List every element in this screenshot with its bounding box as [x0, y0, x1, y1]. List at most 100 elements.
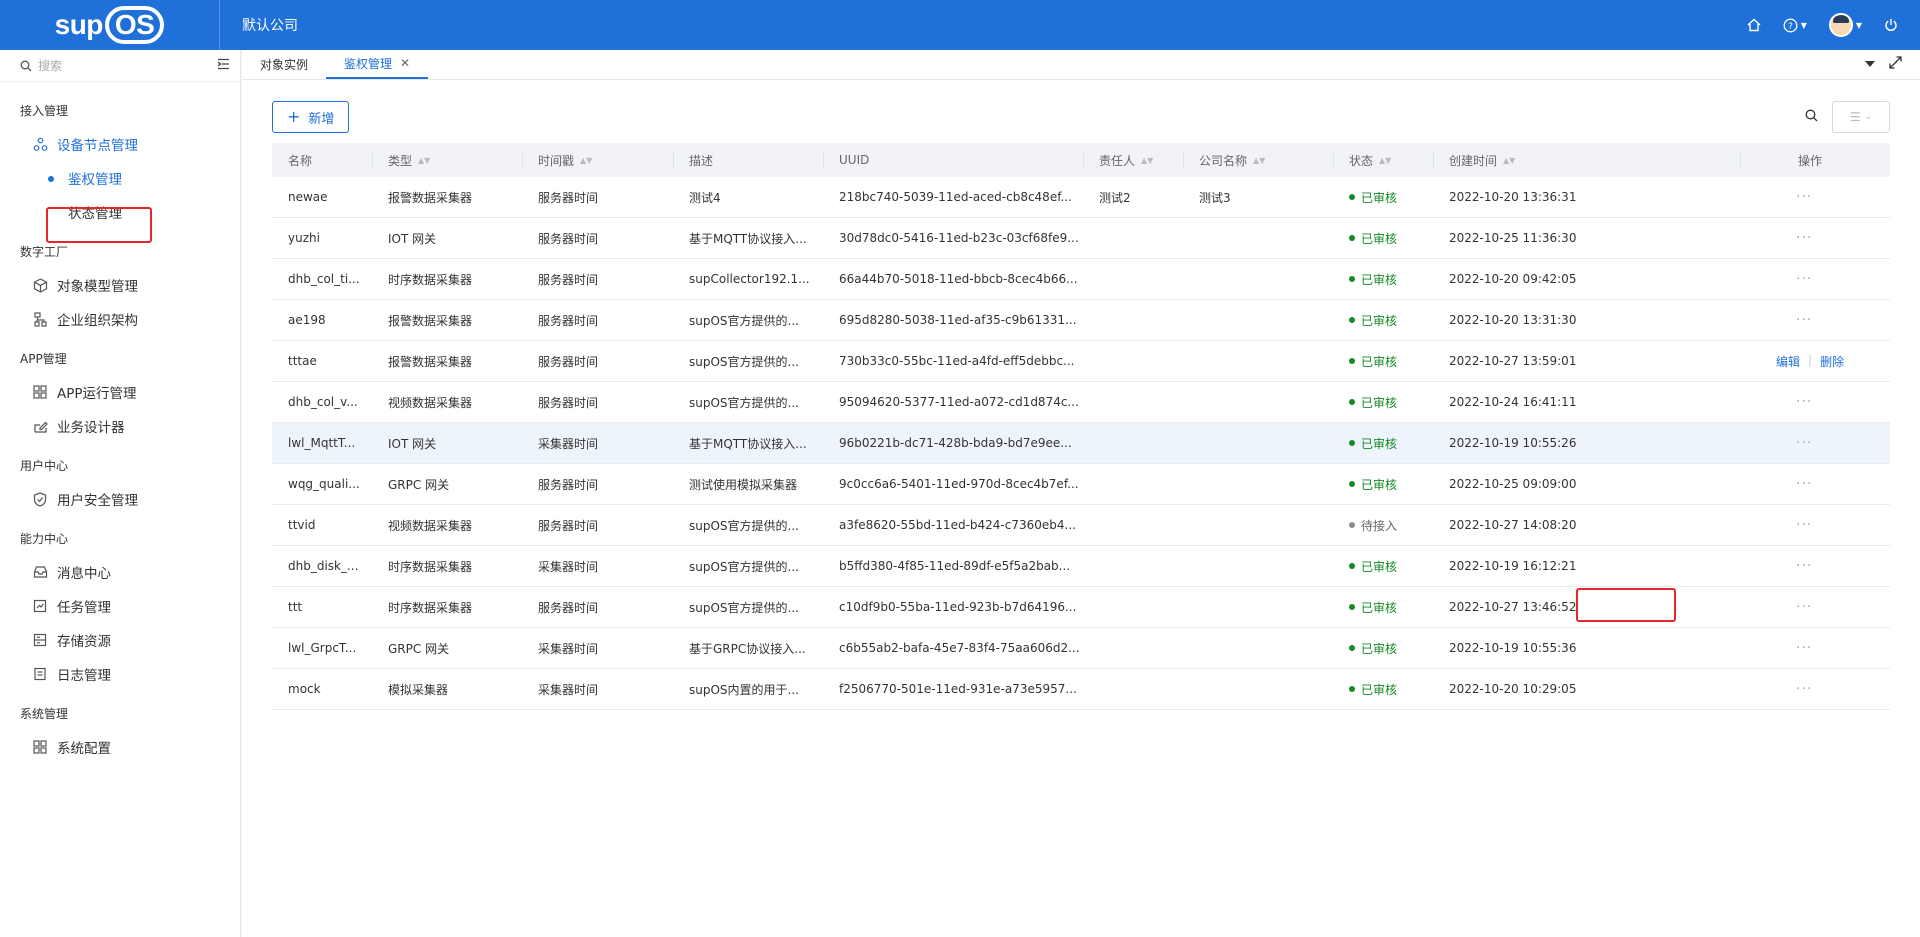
tab-object-instance[interactable]: 对象实例: [242, 49, 326, 79]
cell-created: 2022-10-27 13:59:01: [1449, 354, 1577, 368]
cell-description: 基于MQTT协议接入...: [689, 231, 807, 246]
sort-icon[interactable]: ▲▼: [580, 156, 592, 165]
column-header-timestamp[interactable]: 时间戳 ▲▼: [522, 143, 673, 177]
table-row[interactable]: lwl_MqttT... IOT 网关 采集器时间 基于MQTT协议接入... 96b0…: [272, 423, 1890, 464]
column-header-status[interactable]: 状态 ▲▼: [1333, 143, 1433, 177]
cell-created: 2022-10-20 13:36:31: [1449, 190, 1577, 204]
close-icon[interactable]: ✕: [400, 56, 410, 70]
table-row[interactable]: newae 报警数据采集器 服务器时间 测试4 218bc740-5039-11ed-a…: [272, 177, 1890, 218]
column-header-created[interactable]: 创建时间 ▲▼: [1433, 143, 1740, 177]
sort-icon[interactable]: ▲▼: [1253, 156, 1265, 165]
cell-name: dhb_col_v...: [288, 395, 358, 409]
sort-icon[interactable]: ▲▼: [1141, 156, 1153, 165]
cell-type: GRPC 网关: [388, 477, 450, 492]
sort-icon[interactable]: ▲▼: [418, 156, 430, 165]
sidebar-item-message-center[interactable]: 消息中心: [0, 555, 240, 589]
help-icon[interactable]: ? ▼: [1783, 18, 1807, 33]
more-icon[interactable]: ···: [1740, 435, 1812, 451]
sidebar-item-business-designer[interactable]: 业务设计器: [0, 409, 240, 443]
more-icon[interactable]: ···: [1740, 599, 1812, 615]
sidebar-item-org-structure[interactable]: 企业组织架构: [0, 302, 240, 336]
cell-name: mock: [288, 682, 321, 696]
chevron-down-icon: ⌄: [1864, 112, 1873, 122]
edit-link[interactable]: 编辑: [1776, 353, 1800, 370]
table-row[interactable]: dhb_col_v... 视频数据采集器 服务器时间 supOS官方提供的... 950…: [272, 382, 1890, 423]
sidebar-item-device-nodes[interactable]: 设备节点管理: [0, 127, 240, 161]
column-header-description: 描述: [673, 143, 823, 177]
table-row[interactable]: ae198 报警数据采集器 服务器时间 supOS官方提供的... 695d8280-5…: [272, 300, 1890, 341]
sidebar-item-log-management[interactable]: 日志管理: [0, 657, 240, 691]
home-icon[interactable]: [1747, 18, 1761, 32]
cell-timestamp: 采集器时间: [538, 682, 599, 697]
table-row[interactable]: lwl_GrpcT... GRPC 网关 采集器时间 基于GRPC协议接入... c6b…: [272, 628, 1890, 669]
column-header-type[interactable]: 类型 ▲▼: [372, 143, 522, 177]
nav-group-user-center: 用户中心 用户安全管理: [0, 449, 240, 516]
more-icon[interactable]: ···: [1740, 312, 1812, 328]
table-row[interactable]: ttvid 视频数据采集器 服务器时间 supOS官方提供的... a3fe8620-5…: [272, 505, 1890, 546]
cell-status: 已审核: [1333, 435, 1433, 452]
more-icon[interactable]: ···: [1740, 189, 1812, 205]
cell-uuid: a3fe8620-55bd-11ed-b424-c7360eb4...: [839, 518, 1076, 532]
task-icon: [32, 598, 48, 614]
sidebar-item-user-security[interactable]: 用户安全管理: [0, 482, 240, 516]
status-dot-icon: [1349, 604, 1355, 610]
svg-text:?: ?: [1788, 22, 1793, 32]
table-row[interactable]: ttt 时序数据采集器 服务器时间 supOS官方提供的... c10df9b0-55b…: [272, 587, 1890, 628]
power-icon[interactable]: [1884, 18, 1898, 32]
user-menu[interactable]: ▼: [1828, 13, 1862, 37]
more-icon[interactable]: ···: [1740, 230, 1812, 246]
cell-description: supOS官方提供的...: [689, 313, 799, 328]
more-icon[interactable]: ···: [1740, 394, 1812, 410]
tab-dropdown-icon[interactable]: [1865, 57, 1875, 71]
add-button[interactable]: + 新增: [272, 101, 350, 133]
sidebar-item-auth-management[interactable]: 鉴权管理: [0, 161, 240, 195]
more-icon[interactable]: ···: [1740, 681, 1812, 697]
delete-link[interactable]: 删除: [1820, 353, 1844, 370]
column-settings-button[interactable]: ☰ ⌄: [1832, 101, 1890, 133]
sidebar-item-task-management[interactable]: 任务管理: [0, 589, 240, 623]
supos-logo[interactable]: sup OS: [0, 0, 220, 50]
cell-status: 待接入: [1333, 517, 1433, 534]
table-row[interactable]: wqg_quali... GRPC 网关 服务器时间 测试使用模拟采集器 9c0cc6a…: [272, 464, 1890, 505]
sidebar-item-object-model[interactable]: 对象模型管理: [0, 268, 240, 302]
table-row[interactable]: dhb_col_ti... 时序数据采集器 服务器时间 supCollector192…: [272, 259, 1890, 300]
logo-text-os: OS: [104, 6, 165, 44]
fullscreen-icon[interactable]: [1889, 56, 1902, 72]
sidebar-item-system-config[interactable]: 系统配置: [0, 730, 240, 764]
search-input[interactable]: 搜索: [20, 57, 217, 74]
more-icon[interactable]: ···: [1740, 558, 1812, 574]
sidebar-item-label: 业务设计器: [57, 420, 125, 436]
more-icon[interactable]: ···: [1740, 476, 1812, 492]
status-dot-icon: [1349, 276, 1355, 282]
inbox-icon: [32, 564, 48, 580]
more-icon[interactable]: ···: [1740, 517, 1812, 533]
table-row[interactable]: dhb_disk_... 时序数据采集器 采集器时间 supOS官方提供的... b5f…: [272, 546, 1890, 587]
sort-icon[interactable]: ▲▼: [1503, 156, 1515, 165]
chevron-down-icon: ▼: [1855, 20, 1862, 30]
sort-icon[interactable]: ▲▼: [1379, 156, 1391, 165]
sidebar-item-storage[interactable]: 存储资源: [0, 623, 240, 657]
table-row[interactable]: yuzhi IOT 网关 服务器时间 基于MQTT协议接入... 30d78dc0-54…: [272, 218, 1890, 259]
list-icon: ☰: [1849, 110, 1861, 124]
sidebar-item-status-management[interactable]: 状态管理: [0, 195, 240, 229]
tab-auth-management[interactable]: 鉴权管理 ✕: [326, 49, 429, 79]
sidebar-item-app-runtime[interactable]: APP运行管理: [0, 375, 240, 409]
table-row[interactable]: mock 模拟采集器 采集器时间 supOS内置的用于... f2506770-501e…: [272, 669, 1890, 710]
cell-uuid: 95094620-5377-11ed-a072-cd1d874c...: [839, 395, 1079, 409]
cell-timestamp: 服务器时间: [538, 518, 599, 533]
more-icon[interactable]: ···: [1740, 640, 1812, 656]
column-header-owner[interactable]: 责任人 ▲▼: [1083, 143, 1183, 177]
company-name[interactable]: 默认公司: [242, 15, 298, 35]
status-badge: 待接入: [1349, 517, 1433, 534]
main-content: + 新增 ☰ ⌄ 名称 类型 ▲▼ 时间戳 ▲▼ 描述 UUID 责任人 ▲▼ 公司名…: [242, 80, 1920, 937]
column-header-company[interactable]: 公司名称 ▲▼: [1183, 143, 1333, 177]
more-icon[interactable]: ···: [1740, 271, 1812, 287]
collapse-menu-icon[interactable]: [217, 58, 230, 74]
shield-icon: [32, 491, 48, 507]
table-row[interactable]: tttae 报警数据采集器 服务器时间 supOS官方提供的... 730b33c0-5…: [272, 341, 1890, 382]
cell-name: tttae: [288, 354, 317, 368]
status-dot-icon: [1349, 358, 1355, 364]
search-icon[interactable]: [1805, 109, 1818, 126]
cell-company: 测试3: [1199, 190, 1231, 205]
cell-status: 已审核: [1333, 681, 1433, 698]
